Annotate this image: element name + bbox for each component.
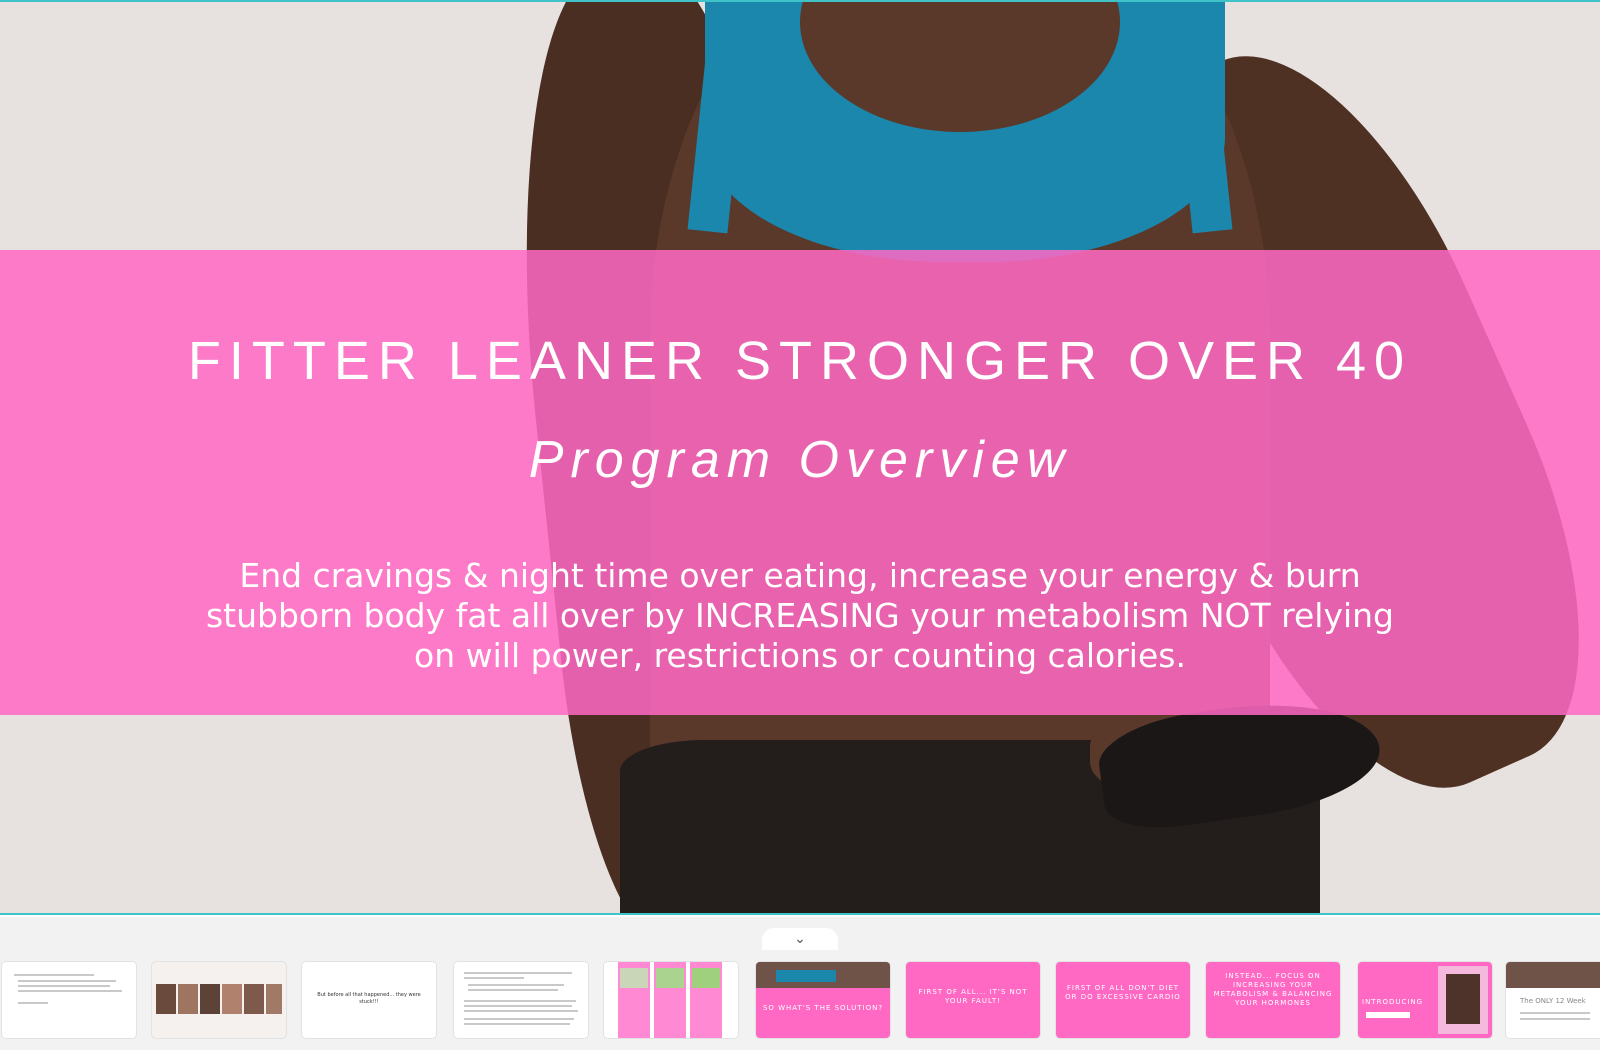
chevron-down-icon: ⌄ [794,931,806,947]
slide-thumbnail[interactable] [2,962,136,1038]
slide-thumbnail[interactable]: FIRST OF ALL DON'T DIET OR DO EXCESSIVE … [1056,962,1190,1038]
slide-thumbnail[interactable] [454,962,588,1038]
slide-subtitle: Program Overview [528,431,1072,489]
slide-title: FITTER LEANER STRONGER OVER 40 [187,331,1413,391]
slide-thumbnail[interactable]: SO WHAT'S THE SOLUTION? [756,962,890,1038]
slide-canvas: FITTER LEANER STRONGER OVER 40 Program O… [0,0,1600,915]
slide-thumbnail[interactable]: INTRODUCING [1358,962,1492,1038]
slide-thumbnail[interactable]: The ONLY 12 Week [1506,962,1600,1038]
slide-thumbnail[interactable]: But before all that happened... they wer… [302,962,436,1038]
slide-description: End cravings & night time over eating, i… [205,556,1395,675]
slide-thumbnail[interactable] [604,962,738,1038]
slide-thumbnail[interactable]: INSTEAD... FOCUS ON INCREASING YOUR META… [1206,962,1340,1038]
slide-thumbnail[interactable]: FIRST OF ALL... IT'S NOT YOUR FAULT! [906,962,1040,1038]
slide-thumbnail[interactable] [152,962,286,1038]
filmstrip-toggle-button[interactable]: ⌄ [762,928,838,950]
